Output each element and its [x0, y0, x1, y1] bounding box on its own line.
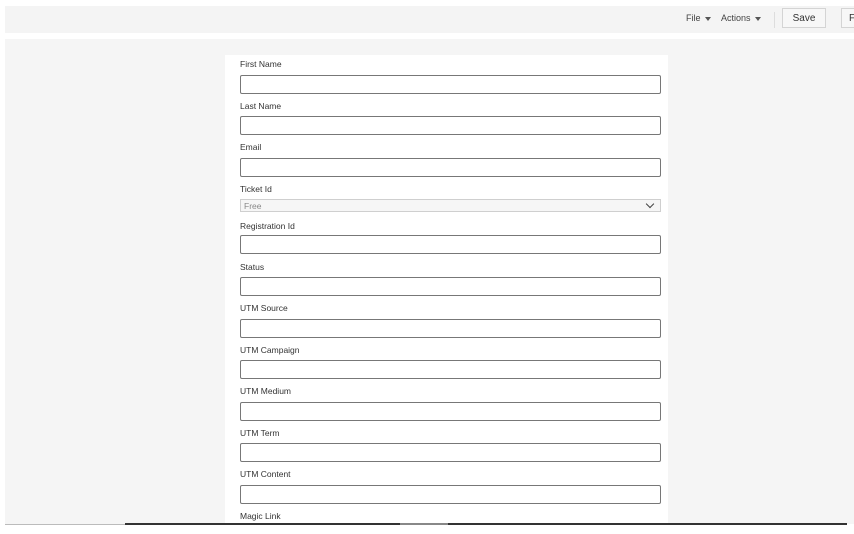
last-name-label: Last Name — [240, 101, 282, 111]
caret-down-icon — [754, 16, 761, 21]
bottom-border — [5, 524, 125, 525]
ticket-id-selected-value: Free — [244, 200, 262, 211]
last-name-input[interactable] — [240, 116, 661, 135]
first-name-input[interactable] — [240, 75, 661, 94]
email-label: Email — [240, 142, 262, 152]
horizontal-scrollbar-thumb[interactable] — [400, 523, 448, 525]
top-toolbar: File Actions Save F — [5, 6, 854, 33]
ticket-id-select[interactable]: Free — [240, 199, 661, 212]
first-name-label: First Name — [240, 59, 282, 69]
utm-campaign-label: UTM Campaign — [240, 345, 300, 355]
file-menu[interactable]: File — [686, 13, 711, 23]
status-label: Status — [240, 262, 265, 272]
utm-source-input[interactable] — [240, 319, 661, 338]
magic-link-label: Magic Link — [240, 511, 281, 521]
utm-content-input[interactable] — [240, 485, 661, 504]
utm-term-label: UTM Term — [240, 428, 280, 438]
utm-medium-label: UTM Medium — [240, 386, 292, 396]
actions-menu-label: Actions — [721, 13, 751, 23]
registration-id-label: Registration Id — [240, 221, 295, 231]
email-input[interactable] — [240, 158, 661, 177]
ticket-id-label: Ticket Id — [240, 184, 272, 194]
actions-menu[interactable]: Actions — [721, 13, 761, 23]
horizontal-scrollbar-track[interactable] — [125, 523, 847, 525]
utm-source-label: UTM Source — [240, 303, 288, 313]
record-form: First Name Last Name Email Ticket Id Fre… — [225, 55, 668, 524]
utm-medium-input[interactable] — [240, 402, 661, 421]
utm-campaign-input[interactable] — [240, 360, 661, 379]
toolbar-divider — [774, 12, 775, 28]
save-button[interactable]: Save — [782, 8, 826, 28]
registration-id-input[interactable] — [240, 235, 661, 254]
utm-term-input[interactable] — [240, 443, 661, 462]
form-page-area: First Name Last Name Email Ticket Id Fre… — [5, 39, 854, 524]
chevron-down-icon — [645, 199, 655, 209]
utm-content-label: UTM Content — [240, 469, 291, 479]
file-menu-label: File — [686, 13, 701, 23]
status-input[interactable] — [240, 277, 661, 296]
caret-down-icon — [704, 16, 711, 21]
overflow-button[interactable]: F — [841, 8, 854, 28]
